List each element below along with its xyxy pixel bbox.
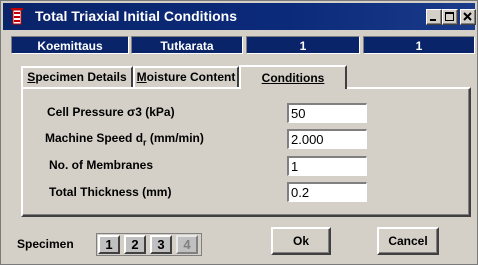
info-bar: Koemittaus Tutkarata 1 1 (3, 33, 475, 55)
specimen-button-4[interactable]: 4 (176, 235, 198, 254)
info-cell-project: Koemittaus (11, 36, 129, 54)
ok-button[interactable]: Ok (271, 227, 331, 255)
cell-pressure-label: Cell Pressure σ3 (kPa) (47, 105, 175, 119)
machine-speed-label: Machine Speed dr (mm/min) (45, 131, 204, 147)
tab-label: oisture Content (146, 70, 236, 84)
close-button[interactable] (460, 9, 476, 25)
cell-pressure-field[interactable]: 50 (287, 103, 367, 123)
machine-speed-label-tail: (mm/min) (146, 131, 204, 145)
minimize-button[interactable] (426, 9, 442, 25)
info-cell-site: Tutkarata (131, 36, 243, 54)
close-icon (463, 12, 472, 21)
tab-moisture-content[interactable]: Moisture Content (133, 66, 239, 88)
tab-conditions[interactable]: Conditions (239, 65, 347, 89)
tab-label: pecimen Details (35, 70, 127, 84)
tab-label: onditions (270, 71, 325, 85)
info-cell-sample: 1 (363, 36, 475, 54)
tab-accelerator: M (136, 70, 147, 84)
specimen-button-3[interactable]: 3 (150, 235, 172, 254)
info-cell-borehole: 1 (246, 36, 360, 54)
conditions-panel: Cell Pressure σ3 (kPa) 50 Machine Speed … (21, 87, 471, 217)
dialog-window: Total Triaxial Initial Conditions Koemit… (0, 0, 478, 265)
app-icon (11, 8, 23, 25)
specimen-label: Specimen (17, 237, 74, 251)
maximize-icon (445, 12, 454, 21)
tab-specimen-details[interactable]: Specimen Details (21, 66, 133, 88)
membranes-label: No. of Membranes (49, 158, 154, 172)
specimen-button-1[interactable]: 1 (98, 235, 120, 254)
membranes-field[interactable]: 1 (287, 156, 367, 176)
thickness-label: Total Thickness (mm) (49, 185, 172, 199)
machine-speed-label-main: Machine Speed d (45, 131, 144, 145)
minimize-icon (430, 19, 436, 21)
machine-speed-field[interactable]: 2.000 (287, 129, 367, 149)
title-bar[interactable]: Total Triaxial Initial Conditions (3, 3, 476, 30)
specimen-button-2[interactable]: 2 (124, 235, 146, 254)
cancel-button[interactable]: Cancel (377, 227, 439, 255)
maximize-button[interactable] (442, 9, 458, 25)
window-title: Total Triaxial Initial Conditions (35, 8, 237, 24)
thickness-field[interactable]: 0.2 (287, 182, 367, 202)
